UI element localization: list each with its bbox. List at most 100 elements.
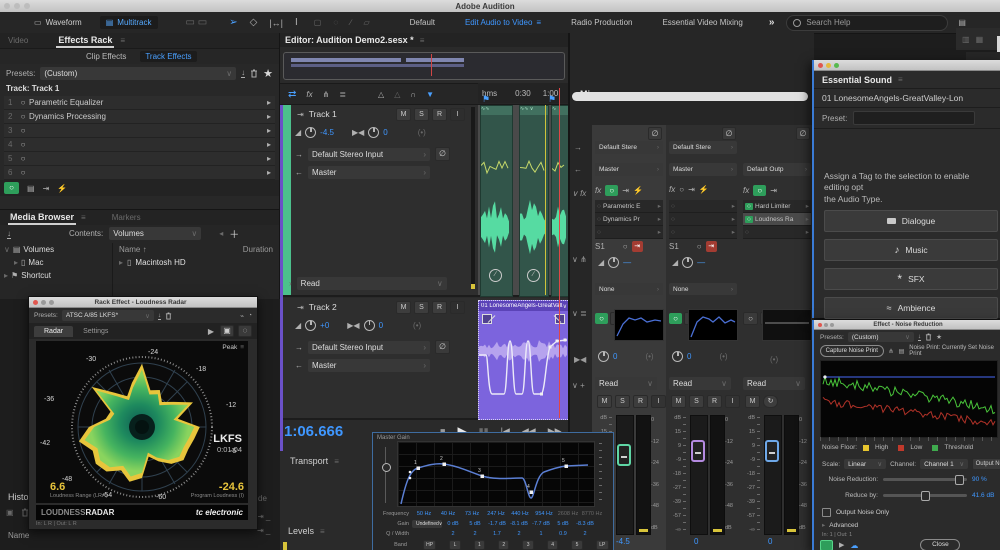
fx-slot-row[interactable]: 5○▸ bbox=[4, 152, 275, 166]
strip-fx-slot[interactable]: ○Dynamics Pr▸ bbox=[595, 213, 663, 226]
track2-output-dropdown[interactable]: Master› bbox=[308, 359, 430, 372]
pan-value[interactable]: 0 bbox=[379, 321, 383, 330]
close-window-icon[interactable] bbox=[4, 3, 10, 9]
graph-icon[interactable]: ⋔ bbox=[889, 348, 894, 355]
audio-clip[interactable]: ∿∿ ∕ bbox=[480, 105, 513, 297]
phase-icon[interactable]: ∅ bbox=[435, 147, 450, 161]
sfx-button[interactable]: * SFX bbox=[824, 268, 998, 290]
tree-item-shortcuts[interactable]: ▸⚑Shortcut bbox=[0, 269, 112, 282]
add-icon[interactable]: ＋ bbox=[229, 226, 239, 241]
eq-band-button[interactable]: L bbox=[449, 540, 460, 550]
marquee-tool-icon[interactable]: ▢ bbox=[314, 18, 322, 27]
track2-name[interactable]: Track 2 bbox=[309, 302, 337, 312]
eq-graph[interactable]: 12345 bbox=[397, 441, 595, 507]
record-arm-button[interactable]: R bbox=[432, 108, 447, 121]
pre-fader-icon[interactable]: ⇥ bbox=[622, 186, 629, 195]
workspace-tab-default[interactable]: Default bbox=[410, 18, 435, 27]
delete-preset-icon[interactable] bbox=[925, 333, 932, 341]
tree-item-mac[interactable]: ▸▯Mac bbox=[0, 256, 112, 269]
send-knob[interactable] bbox=[682, 257, 693, 268]
volume-value[interactable]: +0 bbox=[320, 321, 329, 330]
clip-fade-icon[interactable]: ∕ bbox=[489, 269, 502, 282]
fx-power-button[interactable]: ○ bbox=[679, 185, 684, 194]
clock-icon[interactable]: ◔ bbox=[248, 312, 252, 319]
mute-button[interactable]: M bbox=[745, 395, 760, 408]
scale-dropdown[interactable]: Linear∨ bbox=[844, 459, 886, 469]
track2-input-dropdown[interactable]: Default Stereo Input› bbox=[308, 341, 430, 354]
delete-preset-icon[interactable] bbox=[250, 69, 258, 78]
minimize-window-icon[interactable] bbox=[824, 323, 828, 327]
fx-section-icon[interactable]: ∨ fx bbox=[572, 189, 586, 198]
delete-preset-icon[interactable] bbox=[165, 312, 172, 320]
nr-preset-dropdown[interactable]: (Custom)∨ bbox=[848, 332, 914, 342]
search-input[interactable]: Search Help bbox=[806, 18, 850, 27]
record-arm-button[interactable]: R bbox=[432, 301, 447, 314]
power-icon[interactable]: ○ bbox=[17, 112, 29, 121]
panel-menu-icon[interactable]: ≡ bbox=[898, 75, 903, 84]
zoom-window-icon[interactable] bbox=[834, 63, 839, 68]
pan-value[interactable]: 0 bbox=[383, 128, 387, 137]
track1-automation-mode[interactable]: Read∨ bbox=[297, 277, 447, 290]
workspace-overflow-chevrons[interactable]: » bbox=[769, 17, 775, 28]
eq-curve[interactable] bbox=[401, 464, 588, 504]
strip-fx-slot[interactable]: ○Hard Limiter▸ bbox=[743, 200, 811, 213]
tab-markers[interactable]: Markers bbox=[112, 213, 141, 222]
rack-power-button[interactable]: ○ bbox=[4, 182, 19, 194]
play-icon[interactable]: ▶ bbox=[208, 327, 214, 336]
power-icon[interactable]: ○ bbox=[17, 98, 29, 107]
monitor-input-button[interactable]: I bbox=[651, 395, 666, 408]
mute-button[interactable]: M bbox=[671, 395, 686, 408]
track1-input-dropdown[interactable]: Default Stereo Input› bbox=[308, 148, 430, 161]
fader-track[interactable] bbox=[764, 415, 782, 535]
peak-label[interactable]: Peak bbox=[222, 344, 237, 351]
eq-section-icon[interactable]: ∨ ≣ bbox=[572, 309, 587, 318]
phase-icon[interactable]: ∅ bbox=[648, 127, 662, 140]
eq-band-button[interactable]: LP bbox=[596, 540, 609, 550]
slot-arrow-icon[interactable]: ▸ bbox=[267, 112, 271, 121]
strip-fx-slot[interactable]: ○▸ bbox=[743, 226, 811, 239]
lightning-icon[interactable]: ⚡ bbox=[57, 184, 67, 193]
clip-header[interactable]: ∿∿ bbox=[481, 106, 512, 115]
panel-icon[interactable]: ▥ bbox=[962, 35, 970, 44]
slot-arrow-icon[interactable]: ▸ bbox=[267, 126, 271, 135]
lasso-tool-icon[interactable]: ◌ bbox=[333, 18, 338, 27]
fader-handle[interactable] bbox=[765, 440, 779, 462]
noise-reduction-slider[interactable] bbox=[883, 478, 967, 481]
eq-band-button[interactable]: 1 bbox=[474, 540, 485, 550]
fader-handle[interactable] bbox=[691, 440, 705, 462]
slot-arrow-icon[interactable]: ▸ bbox=[267, 154, 271, 163]
reduce-by-slider[interactable] bbox=[883, 494, 967, 497]
lightning-icon[interactable]: ⚡ bbox=[633, 186, 643, 195]
automation-section-icon[interactable]: ∨ + bbox=[572, 381, 585, 390]
fx-slot-row[interactable]: 4○▸ bbox=[4, 138, 275, 152]
routing-icon[interactable]: ⋔ bbox=[323, 90, 330, 99]
eq-power-button[interactable]: ○ bbox=[669, 313, 682, 324]
timeline-overview[interactable] bbox=[283, 52, 565, 80]
send-power-icon[interactable]: ○ bbox=[623, 242, 628, 251]
mute-button[interactable]: M bbox=[396, 301, 411, 314]
automation-mode-dropdown[interactable]: Read∨ bbox=[743, 377, 805, 390]
import-icon[interactable]: ↓ bbox=[7, 229, 11, 239]
panel-icon[interactable]: ▦ bbox=[976, 35, 984, 44]
snapshot-icon[interactable]: ▣ bbox=[6, 508, 14, 517]
metronome-icon[interactable]: △ bbox=[378, 90, 384, 99]
effect-power-button[interactable] bbox=[820, 540, 833, 550]
strip-fx-slot[interactable]: ○▸ bbox=[595, 226, 663, 239]
fx-power-button[interactable]: ○ bbox=[605, 185, 618, 196]
clip-fade-icon[interactable]: ∕ bbox=[527, 269, 540, 282]
workspace-tab-radio-production[interactable]: Radio Production bbox=[571, 18, 632, 27]
eq-points[interactable] bbox=[409, 463, 568, 495]
input-monitor-icon[interactable]: ⇥ bbox=[43, 184, 50, 193]
strip-fx-slot-selected[interactable]: ○Loudness Ra▸ bbox=[743, 213, 811, 226]
minimize-window-icon[interactable] bbox=[14, 3, 20, 9]
favorite-star-icon[interactable]: ★ bbox=[936, 333, 942, 341]
fx-slot-row[interactable]: 6○▸ bbox=[4, 166, 275, 180]
pan-value[interactable]: 0 bbox=[613, 352, 617, 361]
horizontal-zoom-scrollbar[interactable] bbox=[572, 92, 808, 101]
music-button[interactable]: ♪ Music bbox=[824, 239, 998, 261]
meters-icon[interactable]: ≣ bbox=[339, 90, 346, 99]
send-route-dropdown[interactable]: None› bbox=[595, 283, 663, 295]
pan-knob[interactable] bbox=[364, 320, 375, 331]
minimize-window-icon[interactable] bbox=[826, 63, 831, 68]
time-display[interactable]: 1:06.666 bbox=[284, 423, 343, 440]
